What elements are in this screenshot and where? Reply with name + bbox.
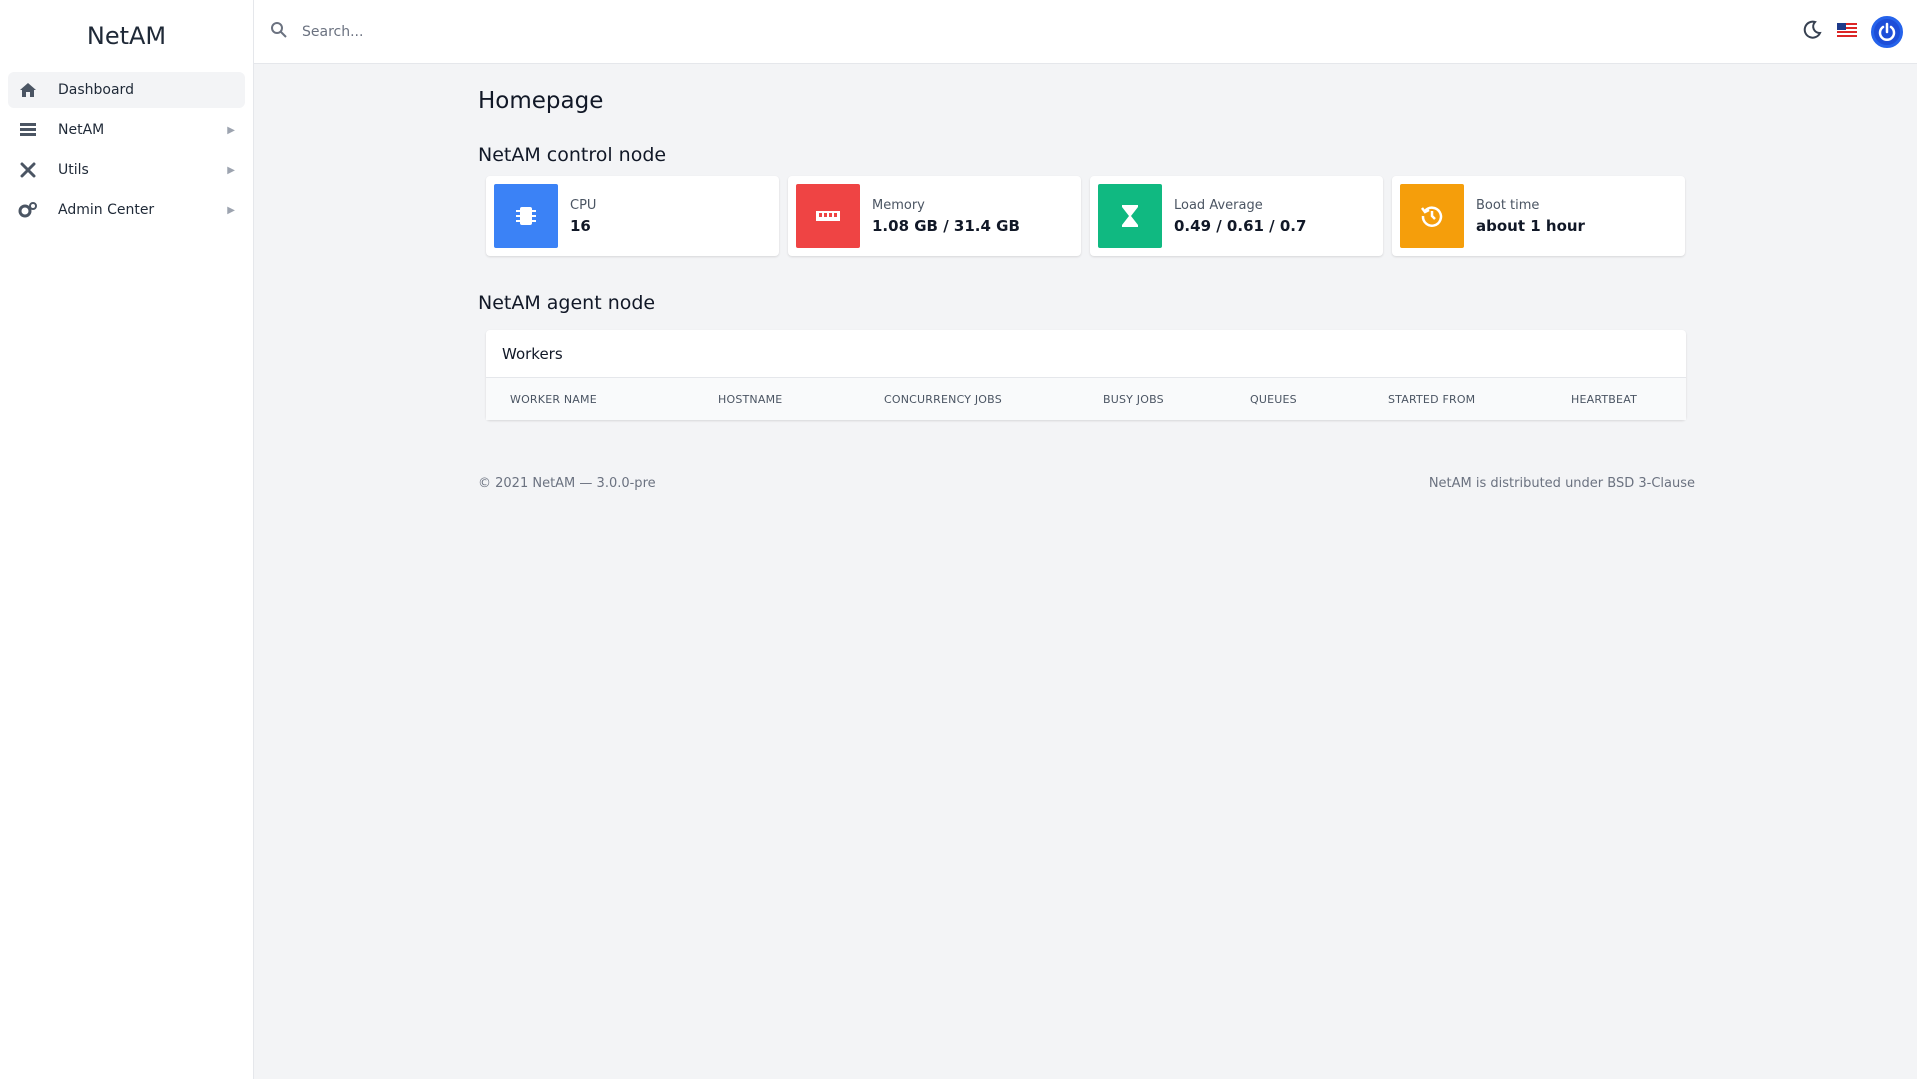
main-content: Homepage NetAM control node CPU 16 Memor… <box>478 64 1696 491</box>
cpu-value: 16 <box>570 216 591 235</box>
sidebar-item-utils[interactable]: Utils ▶ <box>8 152 245 188</box>
column-header-concurrency-jobs[interactable]: CONCURRENCY JOBS <box>884 393 1002 406</box>
stat-cards: CPU 16 Memory 1.08 GB / 31.4 GB Load Ave… <box>478 176 1696 256</box>
boot-time-label: Boot time <box>1476 197 1540 213</box>
control-node-title: NetAM control node <box>478 144 667 166</box>
brand-logo[interactable]: NetAM <box>0 0 253 72</box>
footer: © 2021 NetAM — 3.0.0-pre NetAM is distri… <box>478 476 1695 491</box>
cogs-icon <box>18 200 38 220</box>
history-icon <box>1400 184 1464 248</box>
boot-time-value: about 1 hour <box>1476 216 1585 235</box>
caret-right-icon: ▶ <box>227 164 235 176</box>
load-average-label: Load Average <box>1174 197 1263 213</box>
column-header-heartbeat[interactable]: HEARTBEAT <box>1571 393 1637 406</box>
sidebar-item-label: Dashboard <box>58 82 134 98</box>
home-icon <box>18 80 38 100</box>
workers-table-header: WORKER NAME HOSTNAME CONCURRENCY JOBS BU… <box>486 378 1686 420</box>
cpu-label: CPU <box>570 197 597 213</box>
topbar-actions <box>1801 15 1903 48</box>
sidebar-item-admin-center[interactable]: Admin Center ▶ <box>8 192 245 228</box>
memory-icon <box>796 184 860 248</box>
page-title: Homepage <box>478 88 604 114</box>
sidebar-item-label: Utils <box>58 162 89 178</box>
search-icon <box>270 21 288 43</box>
column-header-queues[interactable]: QUEUES <box>1250 393 1297 406</box>
column-header-worker-name[interactable]: WORKER NAME <box>510 393 597 406</box>
caret-right-icon: ▶ <box>227 124 235 136</box>
column-header-busy-jobs[interactable]: BUSY JOBS <box>1103 393 1164 406</box>
memory-card: Memory 1.08 GB / 31.4 GB <box>788 176 1081 256</box>
search-input[interactable] <box>302 23 702 40</box>
column-header-started-from[interactable]: STARTED FROM <box>1388 393 1475 406</box>
search-bar <box>270 21 1801 43</box>
load-average-card: Load Average 0.49 / 0.61 / 0.7 <box>1090 176 1383 256</box>
moon-icon[interactable] <box>1801 19 1823 45</box>
sidebar-item-netam[interactable]: NetAM ▶ <box>8 112 245 148</box>
list-icon <box>18 120 38 140</box>
footer-copyright: © 2021 NetAM — 3.0.0-pre <box>478 476 656 491</box>
hourglass-icon <box>1098 184 1162 248</box>
load-average-value: 0.49 / 0.61 / 0.7 <box>1174 216 1307 235</box>
tools-icon <box>18 160 38 180</box>
chip-icon <box>494 184 558 248</box>
memory-label: Memory <box>872 197 925 213</box>
workers-title: Workers <box>486 330 1686 378</box>
boot-time-card: Boot time about 1 hour <box>1392 176 1685 256</box>
agent-node-title: NetAM agent node <box>478 292 656 314</box>
power-icon[interactable] <box>1871 15 1903 48</box>
caret-right-icon: ▶ <box>227 204 235 216</box>
us-flag-icon[interactable] <box>1837 22 1857 41</box>
topbar <box>254 0 1917 64</box>
cpu-card: CPU 16 <box>486 176 779 256</box>
column-header-hostname[interactable]: HOSTNAME <box>718 393 782 406</box>
sidebar: NetAM Dashboard NetAM ▶ Utils ▶ Admin Ce… <box>0 0 254 1079</box>
sidebar-item-label: Admin Center <box>58 202 155 218</box>
sidebar-item-dashboard[interactable]: Dashboard <box>8 72 245 108</box>
sidebar-nav: Dashboard NetAM ▶ Utils ▶ Admin Center ▶ <box>0 72 253 228</box>
workers-table: Workers WORKER NAME HOSTNAME CONCURRENCY… <box>486 330 1686 420</box>
footer-license: NetAM is distributed under BSD 3-Clause <box>1428 476 1695 491</box>
sidebar-item-label: NetAM <box>58 122 105 138</box>
memory-value: 1.08 GB / 31.4 GB <box>872 216 1020 235</box>
